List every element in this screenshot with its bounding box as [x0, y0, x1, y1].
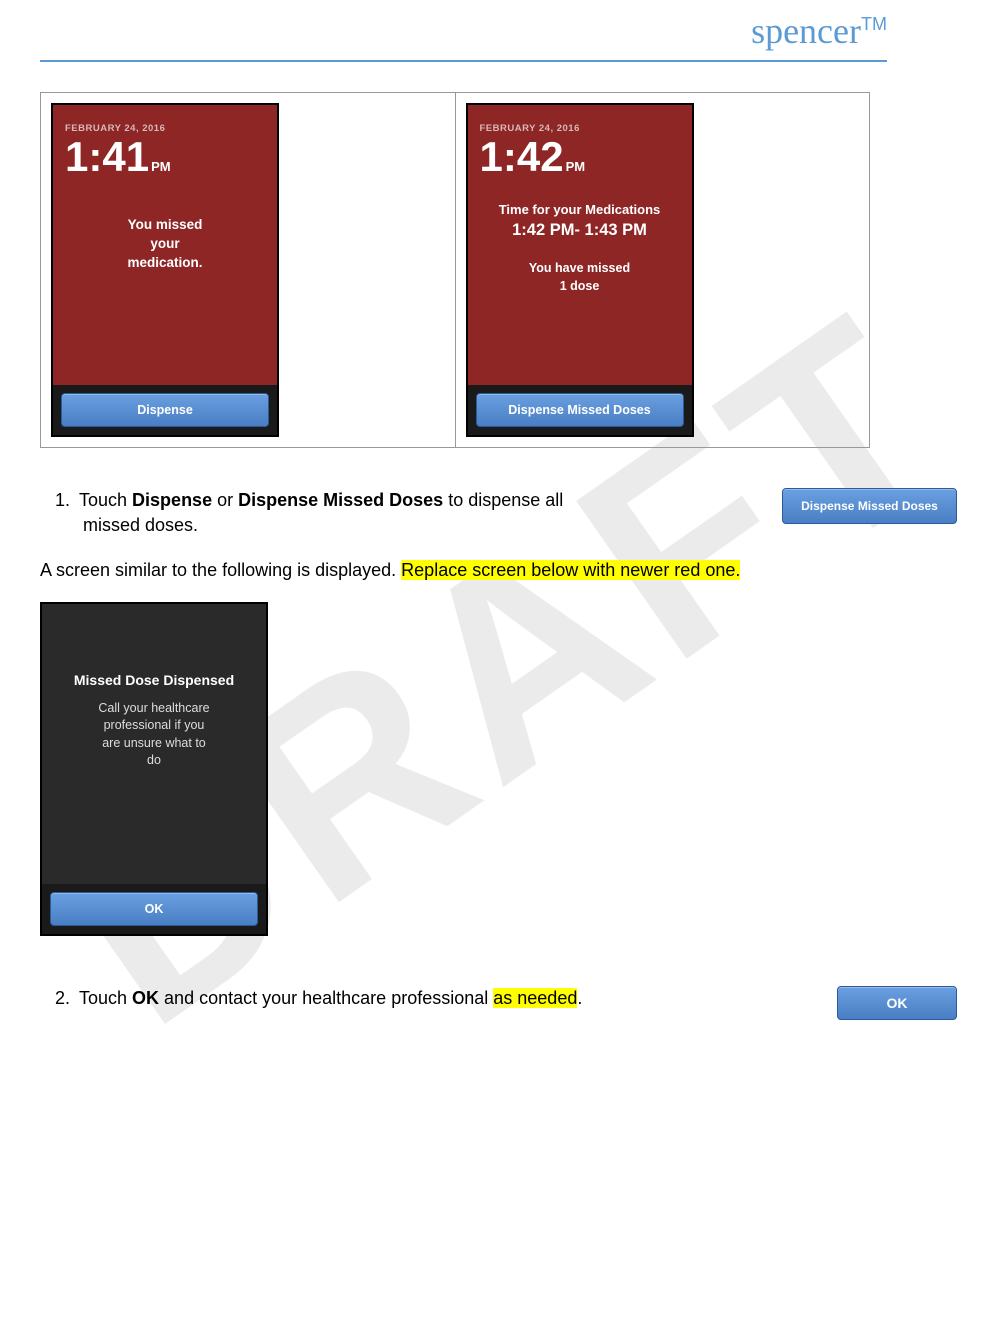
instruction-step-2: 2.Touch OK and contact your healthcare p… [55, 986, 957, 1020]
step-text: Touch [79, 988, 132, 1008]
sub-line: 1 dose [560, 279, 600, 293]
msg-line: your [150, 236, 179, 251]
phone-time: 1:41PM [65, 136, 265, 178]
meds-title: Time for your Medications [480, 202, 680, 217]
ok-button[interactable]: OK [50, 892, 258, 926]
instruction-step-1: 1.Touch Dispense or Dispense Missed Dose… [55, 488, 957, 538]
step-text: to dispense all [443, 490, 563, 510]
dispense-button[interactable]: Dispense [61, 393, 269, 427]
step-bold: Dispense Missed Doses [238, 490, 443, 510]
phone-screen-dispensed: Missed Dose Dispensed Call your healthca… [40, 602, 268, 936]
phone-button-bar: Dispense [53, 385, 277, 435]
brand-name: spencer [751, 11, 861, 51]
missed-count: You have missed 1 dose [480, 260, 680, 295]
highlighted-text: as needed [493, 988, 577, 1008]
para-text: A screen similar to the following is dis… [40, 560, 401, 580]
step-text: and contact your healthcare professional [159, 988, 493, 1008]
step-text: or [212, 490, 238, 510]
header-divider [40, 60, 887, 62]
phone-button-bar: OK [42, 884, 266, 934]
brand-tm: TM [861, 14, 887, 34]
paragraph: A screen similar to the following is dis… [40, 558, 957, 583]
highlighted-note: Replace screen below with newer red one. [401, 560, 740, 580]
step-text-cont: missed doses. [83, 513, 762, 538]
dispensed-title: Missed Dose Dispensed [54, 672, 254, 688]
dispense-missed-button[interactable]: Dispense Missed Doses [476, 393, 684, 427]
phone-screen-missed: FEBRUARY 24, 2016 1:41PM You missed your… [51, 103, 279, 437]
time-value: 1:42 [480, 136, 564, 178]
time-ampm: PM [566, 160, 586, 173]
brand-header: spencerTM [0, 0, 1007, 60]
inline-ok-button[interactable]: OK [837, 986, 957, 1020]
phone-screen-time-for-meds: FEBRUARY 24, 2016 1:42PM Time for your M… [466, 103, 694, 437]
step-number: 1. [55, 488, 79, 513]
msg-line: medication. [127, 255, 202, 270]
missed-message: You missed your medication. [65, 216, 265, 273]
phone-time: 1:42PM [480, 136, 680, 178]
body-line: professional if you [104, 718, 205, 732]
sub-line: You have missed [529, 261, 630, 275]
meds-range: 1:42 PM- 1:43 PM [480, 221, 680, 240]
step-number: 2. [55, 986, 79, 1011]
step-bold: Dispense [132, 490, 212, 510]
body-line: Call your healthcare [98, 701, 209, 715]
body-line: are unsure what to [102, 736, 206, 750]
meds-message: Time for your Medications 1:42 PM- 1:43 … [480, 202, 680, 240]
phone-button-bar: Dispense Missed Doses [468, 385, 692, 435]
dispensed-body: Call your healthcare professional if you… [54, 700, 254, 770]
body-line: do [147, 753, 161, 767]
time-ampm: PM [151, 160, 171, 173]
inline-dispense-missed-button[interactable]: Dispense Missed Doses [782, 488, 957, 524]
step-bold: OK [132, 988, 159, 1008]
screenshot-comparison-table: FEBRUARY 24, 2016 1:41PM You missed your… [40, 92, 870, 448]
msg-line: You missed [128, 217, 203, 232]
time-value: 1:41 [65, 136, 149, 178]
step-text: . [577, 988, 582, 1008]
step-text: Touch [79, 490, 132, 510]
